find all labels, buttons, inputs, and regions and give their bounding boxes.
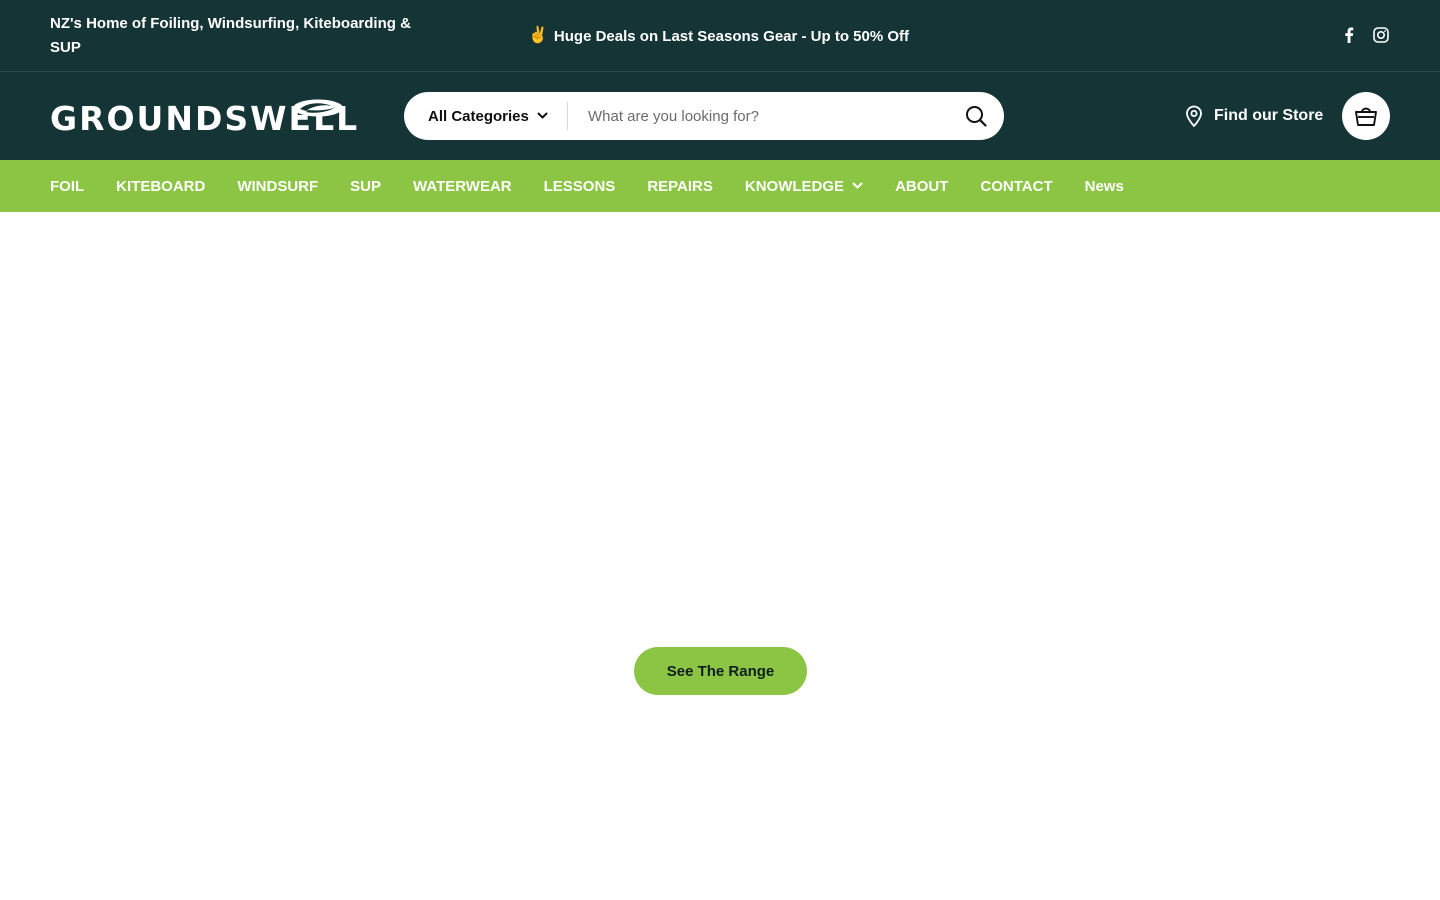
nav-label: ABOUT bbox=[895, 177, 949, 195]
nav-item-kiteboard[interactable]: KITEBOARD bbox=[116, 178, 205, 195]
site-header: GROUNDSWELL All Categories Find our bbox=[0, 72, 1440, 160]
victory-hand-icon: ✌️ bbox=[528, 27, 548, 44]
chevron-down-icon bbox=[852, 182, 863, 189]
nav-label: FOIL bbox=[50, 177, 85, 195]
nav-item-foil[interactable]: FOIL bbox=[50, 178, 84, 195]
promo-text: Huge Deals on Last Seasons Gear - Up to … bbox=[553, 27, 910, 45]
nav-label: CONTACT bbox=[980, 177, 1053, 195]
hero-section: See The Range bbox=[0, 212, 1440, 900]
nav-label: WINDSURF bbox=[237, 177, 319, 195]
search-input[interactable] bbox=[568, 92, 948, 140]
main-nav: FOIL KITEBOARD WINDSURF SUP WATERWEAR LE… bbox=[0, 160, 1440, 212]
nav-label: News bbox=[1084, 177, 1124, 195]
instagram-icon[interactable] bbox=[1372, 26, 1390, 44]
cart-button[interactable] bbox=[1342, 92, 1390, 140]
nav-label: REPAIRS bbox=[647, 177, 713, 195]
groundswell-logo[interactable]: GROUNDSWELL bbox=[50, 96, 357, 138]
search-icon bbox=[966, 106, 987, 127]
shopping-bag-icon bbox=[1355, 107, 1377, 126]
find-store-link[interactable]: Find our Store bbox=[1184, 104, 1323, 128]
nav-item-sup[interactable]: SUP bbox=[350, 178, 381, 195]
social-links bbox=[1340, 26, 1390, 44]
nav-item-news[interactable]: News bbox=[1085, 178, 1124, 195]
nav-item-lessons[interactable]: LESSONS bbox=[544, 178, 616, 195]
search-button[interactable] bbox=[948, 92, 1004, 140]
facebook-icon[interactable] bbox=[1340, 26, 1358, 44]
nav-item-waterwear[interactable]: WATERWEAR bbox=[413, 178, 512, 195]
nav-label: WATERWEAR bbox=[413, 177, 512, 195]
promo-message[interactable]: ✌️ Huge Deals on Last Seasons Gear - Up … bbox=[528, 24, 909, 48]
nav-label: KITEBOARD bbox=[116, 177, 206, 195]
nav-label: LESSONS bbox=[543, 177, 616, 195]
see-range-button[interactable]: See The Range bbox=[634, 647, 807, 695]
search-bar: All Categories bbox=[404, 92, 1004, 140]
logo-swoosh-icon bbox=[293, 99, 343, 117]
nav-item-about[interactable]: ABOUT bbox=[895, 178, 948, 195]
nav-item-repairs[interactable]: REPAIRS bbox=[647, 178, 713, 195]
map-pin-icon bbox=[1186, 105, 1202, 127]
find-store-label: Find our Store bbox=[1214, 107, 1324, 124]
nav-item-windsurf[interactable]: WINDSURF bbox=[237, 178, 318, 195]
nav-item-knowledge[interactable]: KNOWLEDGE bbox=[745, 178, 863, 195]
category-dropdown[interactable]: All Categories bbox=[404, 92, 567, 140]
announcement-bar: NZ's Home of Foiling, Windsurfing, Kiteb… bbox=[0, 0, 1440, 72]
nav-label: SUP bbox=[350, 177, 382, 195]
store-tagline: NZ's Home of Foiling, Windsurfing, Kiteb… bbox=[50, 15, 411, 56]
category-label: All Categories bbox=[428, 107, 529, 125]
chevron-down-icon bbox=[537, 112, 548, 119]
nav-item-contact[interactable]: CONTACT bbox=[980, 178, 1052, 195]
nav-label: KNOWLEDGE bbox=[744, 177, 845, 195]
